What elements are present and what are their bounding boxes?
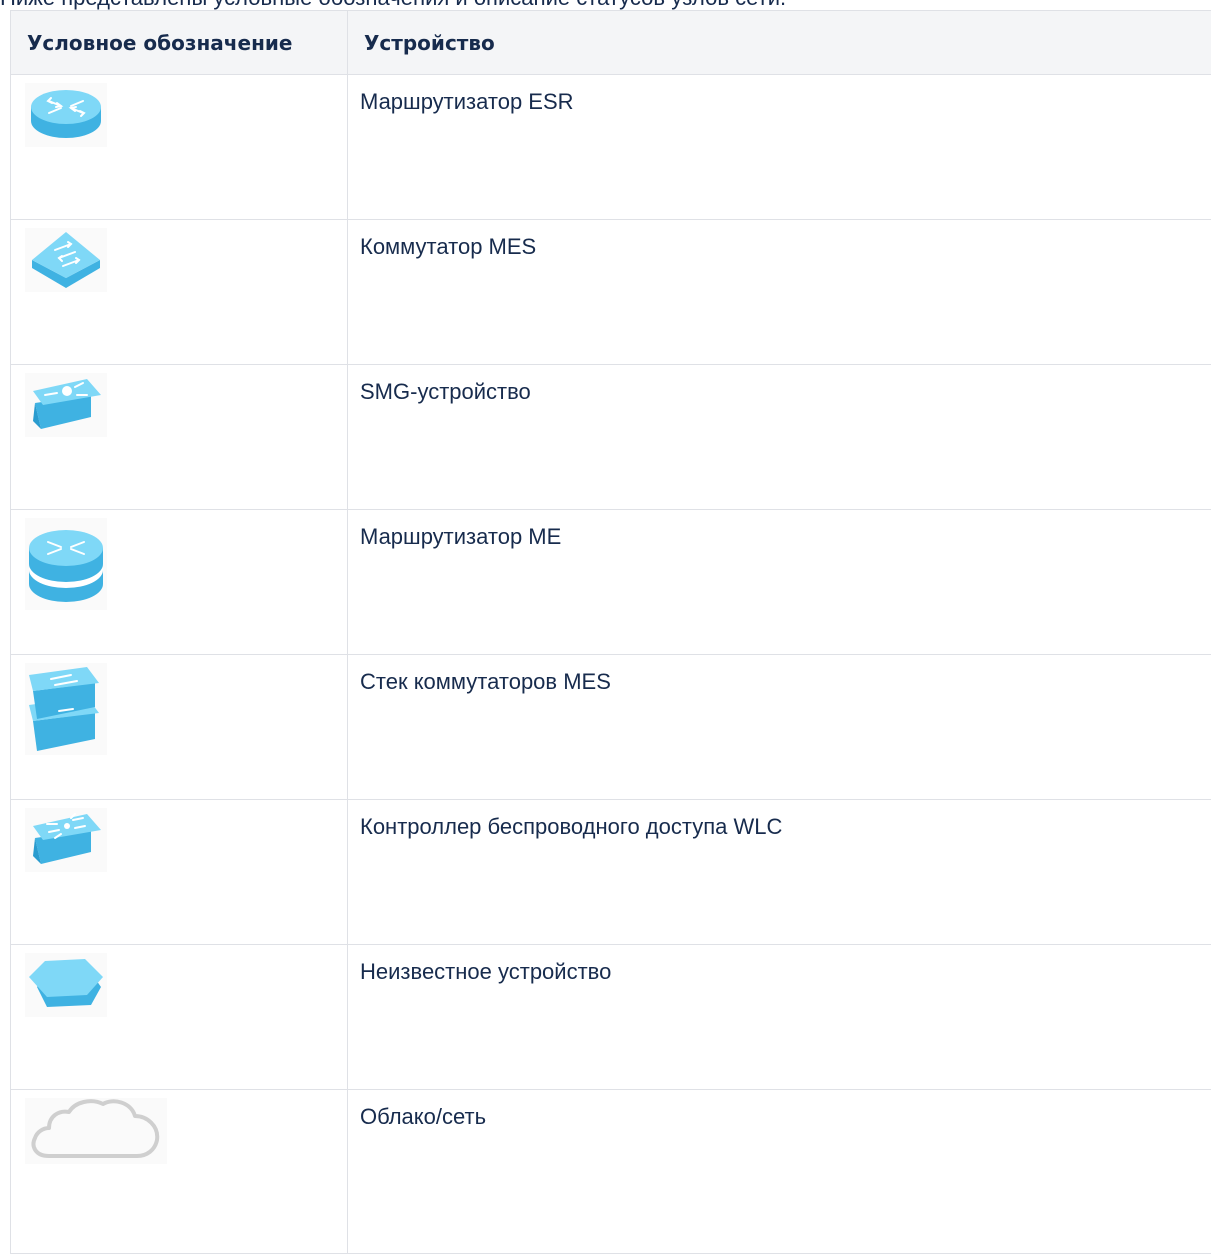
switch-stack-icon: [25, 663, 107, 755]
table-row: Коммутатор MES: [11, 220, 1211, 365]
router-me-icon: [25, 518, 107, 610]
symbol-cell: [11, 220, 348, 365]
table-row: Облако/сеть: [11, 1090, 1211, 1254]
wlc-controller-icon: [25, 808, 107, 872]
device-label: SMG-устройство: [348, 365, 1211, 510]
table-header-row: Условное обозначение Устройство: [11, 11, 1211, 75]
table-row: Маршрутизатор ME: [11, 510, 1211, 655]
device-label: Маршрутизатор ESR: [348, 75, 1211, 220]
device-label: Облако/сеть: [348, 1090, 1211, 1254]
symbol-cell: [11, 75, 348, 220]
smg-device-icon: [25, 373, 107, 437]
symbol-cell: [11, 945, 348, 1090]
device-label: Стек коммутаторов MES: [348, 655, 1211, 800]
device-label: Контроллер беспроводного доступа WLC: [348, 800, 1211, 945]
symbol-cell: [11, 655, 348, 800]
device-label: Маршрутизатор ME: [348, 510, 1211, 655]
switch-mes-icon: [25, 228, 107, 292]
header-symbol: Условное обозначение: [11, 11, 348, 75]
unknown-device-icon: [25, 953, 107, 1017]
table-row: Контроллер беспроводного доступа WLC: [11, 800, 1211, 945]
table-row: Стек коммутаторов MES: [11, 655, 1211, 800]
table-row: SMG-устройство: [11, 365, 1211, 510]
header-device: Устройство: [348, 11, 1211, 75]
symbol-cell: [11, 510, 348, 655]
symbol-cell: [11, 1090, 348, 1254]
router-esr-icon: [25, 83, 107, 147]
cloud-network-icon: [25, 1098, 167, 1164]
symbol-cell: [11, 365, 348, 510]
device-label: Неизвестное устройство: [348, 945, 1211, 1090]
device-legend-table: Условное обозначение Устройство: [10, 10, 1211, 1254]
table-row: Маршрутизатор ESR: [11, 75, 1211, 220]
table-row: Неизвестное устройство: [11, 945, 1211, 1090]
symbol-cell: [11, 800, 348, 945]
device-label: Коммутатор MES: [348, 220, 1211, 365]
